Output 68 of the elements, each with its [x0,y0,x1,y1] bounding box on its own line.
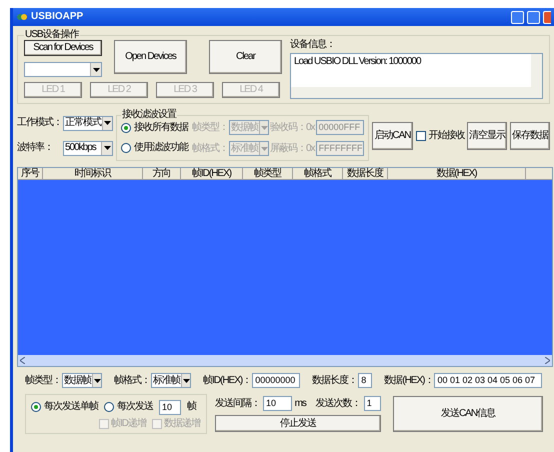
column-header[interactable]: 帧ID(HEX) [181,168,243,180]
scroll-right-icon[interactable] [545,357,550,364]
column-header[interactable]: 方向 [143,168,181,180]
app-icon [16,11,28,23]
info-text: Load USBIO DLL Version: 1000000 [293,55,422,69]
field-label: 发送间隔： [215,398,260,408]
field-label: 工作模式： [17,118,62,128]
radio-button[interactable] [104,402,114,412]
field-label: 帧ID(HEX)： [203,376,252,386]
info-label: 设备信息： [290,40,336,50]
column-header[interactable]: 数据长度 [343,168,388,180]
send-input[interactable]: 00000000 [252,373,300,388]
baud-combo[interactable]: 500kbps [63,140,113,156]
send-input[interactable]: 8 [358,373,372,388]
radio-button[interactable] [31,402,41,412]
field-label: 验收码：0x [270,122,315,132]
maximize-icon[interactable] [527,10,540,24]
field-label: 帧 [187,402,196,412]
column-header[interactable]: 数据(HEX) [388,168,526,180]
radio-label: 接收所有数据 [134,123,188,133]
field-label: 帧类型： [25,376,61,386]
radio-label: 使用滤波功能 [134,143,188,153]
window-title: USBIOAPP [31,12,84,22]
send-input[interactable]: 00 01 02 03 04 05 06 07 [434,373,542,388]
frame-count-input[interactable]: 10 [159,400,181,414]
field-label: 数据长度： [312,376,358,386]
group-title: 接收滤波设置 [121,110,177,120]
field-label: 帧格式： [114,376,150,386]
scan-button[interactable]: Scan for Devices [24,40,102,56]
field-label: 屏蔽码：0x [270,144,315,154]
radio-label: 每次发送单帧 [44,402,98,412]
field-label: ms [294,398,306,408]
send-can-button[interactable]: 发送CAN信息 [393,396,543,432]
column-header[interactable]: 帧格式 [293,168,343,180]
radio-label: 每次发送 [117,402,153,412]
checkbox[interactable] [416,130,426,140]
vertical-scrollbar[interactable] [531,54,542,98]
column-header[interactable]: 时间标识 [43,168,143,180]
count-input[interactable]: 1 [364,396,381,411]
checkbox-label: 帧ID递增 [111,418,146,428]
field-label: 发送次数： [316,398,361,408]
field-label: 帧类型： [192,122,228,132]
close-icon[interactable] [543,10,551,24]
column-header[interactable]: 帧类型 [243,168,293,180]
minimize-icon[interactable] [511,10,524,24]
field-label: 波特率： [17,143,54,153]
stop-send-button[interactable]: 停止发送 [215,415,381,432]
send-combo[interactable]: 数据帧 [62,373,102,388]
field-label: 帧格式： [192,144,228,154]
send-combo[interactable]: 标准帧 [151,373,191,388]
scroll-left-icon[interactable] [20,357,25,364]
column-header[interactable]: 序号 [18,168,43,180]
clear-button[interactable]: Clear [209,40,282,74]
mode-combo[interactable]: 正常模式 [63,116,113,130]
radio-button[interactable] [121,123,131,133]
group-title: USB设备操作 [24,30,80,40]
interval-input[interactable]: 10 [263,396,292,411]
radio-button[interactable] [121,143,131,153]
horizontal-scrollbar[interactable] [18,355,552,366]
horizontal-scrollbar[interactable] [291,87,531,98]
device-combo[interactable] [24,62,102,77]
checkbox-label: 数据递增 [164,418,200,428]
save-data-button[interactable]: 保存数据 [510,122,550,150]
field-label: 数据(HEX)： [384,376,434,386]
start-can-button[interactable]: 启动CAN [372,122,414,150]
checkbox-label: 开始接收 [428,130,464,140]
clear-display-button[interactable]: 清空显示 [467,122,508,150]
open-devices-button[interactable]: Open Devices [114,40,187,74]
